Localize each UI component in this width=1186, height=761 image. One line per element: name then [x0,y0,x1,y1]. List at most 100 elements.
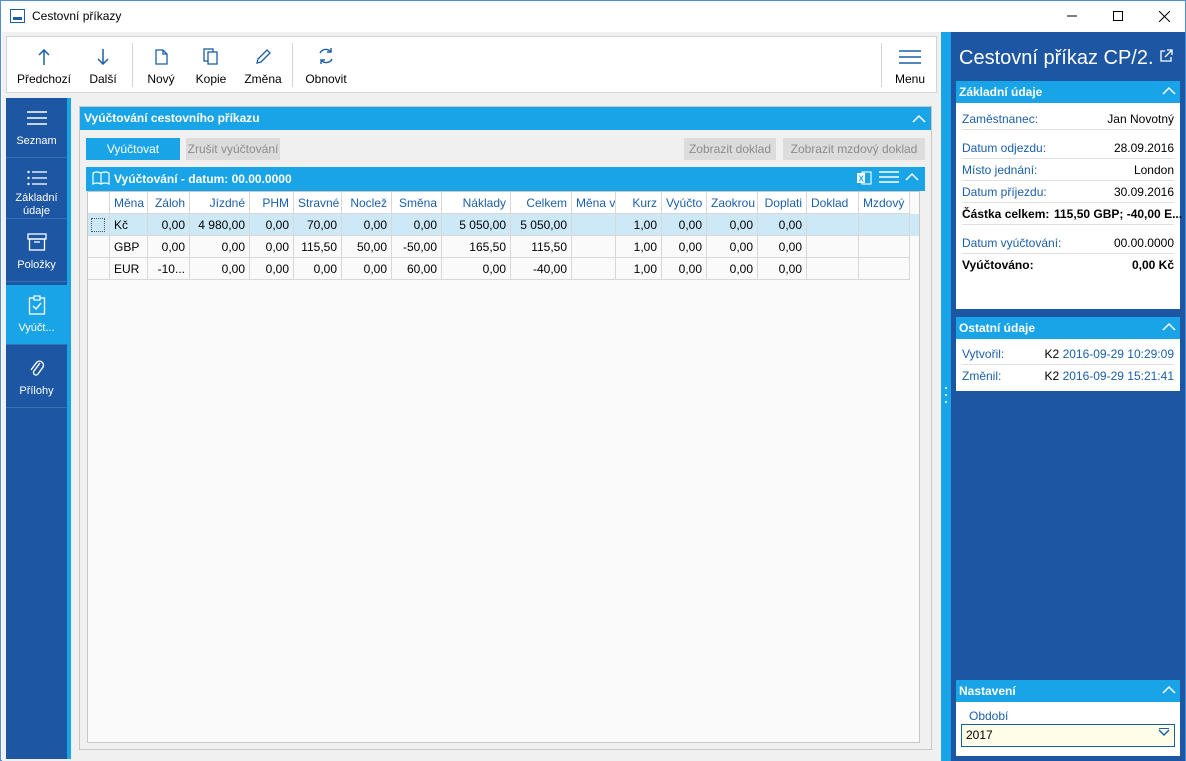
column-header[interactable]: Doklad [807,192,859,214]
copy-icon [203,37,219,65]
created-user: K2 [1044,347,1060,361]
grid-menu-button[interactable] [879,170,899,189]
column-header[interactable]: Mzdový [859,192,910,214]
column-header[interactable]: Celkem [511,192,572,214]
maximize-button[interactable] [1095,1,1141,31]
created-timestamp-link[interactable]: 2016-09-29 10:29:09 [1063,347,1174,361]
arrival-date-field: Datum příjezdu: 30.09.2016 [962,181,1174,203]
panel-splitter[interactable] [941,32,951,761]
splitter-grip [945,394,947,396]
menu-label: Menu [894,72,926,86]
maximize-icon [1113,11,1123,21]
field-value: K2 2016-09-29 15:21:41 [1045,365,1174,387]
edit-label: Změna [244,72,282,86]
list-bullets-icon [26,168,47,188]
column-header[interactable]: Měna v [572,192,616,214]
column-header[interactable]: Náklady [442,192,511,214]
nav-item-vyuctovani[interactable]: Vyúčt... [6,285,67,345]
window-title: Cestovní příkazy [32,9,122,23]
splitter-grip [945,387,947,389]
field-value: 115,50 GBP; -40,00 E... [1054,207,1183,221]
table-cell: 115,50 [294,236,342,258]
open-external-button[interactable] [1159,49,1173,66]
changed-timestamp-link[interactable]: 2016-09-29 15:21:41 [1063,369,1174,383]
column-header[interactable]: Vyúčto [662,192,707,214]
close-button[interactable] [1141,1,1186,31]
edit-button[interactable]: Změna [239,37,287,92]
nav-item-zakladni-udaje[interactable]: Základní údaje [6,159,67,219]
right-detail-panel: Cestovní příkaz CP/2... Základní údaje Z… [951,32,1185,761]
table-row[interactable]: GBP 0,00 0,00 0,00 115,50 50,00 -50,00 165,50 11… [88,236,919,258]
chevron-down-icon [1158,725,1170,746]
settings-section: Nastavení Období 2017 [956,680,1180,756]
column-header[interactable]: PHM [250,192,294,214]
field-label: Částka celkem: [962,207,1050,221]
toolbar-separator [292,43,293,87]
column-header[interactable]: Směna [392,192,442,214]
minimize-button[interactable] [1049,1,1095,31]
external-link-icon [1160,49,1173,62]
next-button[interactable]: Další [81,37,125,92]
row-indicator[interactable] [88,258,110,280]
chevron-up-icon [1162,317,1176,339]
panel-collapse-button[interactable] [908,107,930,130]
section-header[interactable]: Základní údaje [956,81,1180,103]
field-value: 0,00 Kč [1131,258,1174,272]
column-header[interactable]: Jízdné [190,192,250,214]
nav-item-prilohy[interactable]: Přílohy [6,348,67,408]
nav-item-polozky[interactable]: Položky [6,222,67,282]
row-indicator[interactable] [88,214,110,236]
app-logo-icon [10,9,25,23]
table-cell: 0,00 [758,214,807,236]
column-header[interactable]: Stravné [294,192,342,214]
table-cell: 70,00 [294,214,342,236]
toolbar: Předchozí Další Nový Kopie Změna Obnovit… [6,36,937,93]
column-header[interactable]: Doplati [758,192,807,214]
section-header[interactable]: Ostatní údaje [956,317,1180,339]
new-label: Nový [147,72,175,86]
table-cell [572,258,616,280]
settlement-date-field: Datum vyúčtování: 00.00.0000 [962,232,1174,254]
table-cell: 0,00 [662,214,707,236]
table-cell: 50,00 [342,236,392,258]
new-button[interactable]: Nový [139,37,183,92]
toolbar-separator [132,43,133,87]
field-value: 30.09.2016 [1113,185,1174,199]
column-header[interactable]: Zaokrou [707,192,758,214]
column-header[interactable]: Kurz [616,192,662,214]
chevron-up-icon [1162,680,1176,702]
settle-button[interactable]: Vyúčtovat [86,138,180,160]
period-select[interactable]: 2017 [961,724,1175,747]
other-info-section: Ostatní údaje Vytvořil: K2 2016-09-29 10… [956,317,1180,391]
refresh-button[interactable]: Obnovit [299,37,353,92]
menu-button[interactable]: Menu [887,37,933,92]
column-header[interactable]: Měna [110,192,148,214]
nav-item-seznam[interactable]: Seznam [6,98,67,158]
section-header[interactable]: Nastavení [956,680,1180,702]
table-cell [807,214,859,236]
column-header[interactable]: Noclež [342,192,392,214]
changed-user: K2 [1044,369,1060,383]
list-lines-icon [26,107,47,129]
grid-collapse-button[interactable] [905,170,919,189]
meeting-place-field: Místo jednání: London [962,159,1174,181]
show-document-button[interactable]: Zobrazit doklad [684,138,776,160]
row-indicator[interactable] [88,236,110,258]
show-payroll-document-button[interactable]: Zobrazit mzdový doklad [783,138,925,160]
table-cell: 0,00 [148,214,190,236]
excel-export-button[interactable]: X [856,170,872,191]
field-value: 00.00.0000 [1113,236,1174,250]
section-title: Nastavení [959,684,1016,698]
arrow-down-icon [97,37,109,65]
cancel-settle-button[interactable]: Zrušit vyúčtování [186,138,280,160]
column-header[interactable]: Záloh [148,192,190,214]
table-row[interactable]: Kč 0,00 4 980,00 0,00 70,00 0,00 0,00 5 050,00 5… [88,214,919,236]
row-focus-marker [91,218,105,232]
table-cell: 4 980,00 [190,214,250,236]
copy-button[interactable]: Kopie [189,37,233,92]
table-cell: 0,00 [758,258,807,280]
departure-date-field: Datum odjezdu: 28.09.2016 [962,137,1174,159]
table-row[interactable]: EUR -10... 0,00 0,00 0,00 0,00 60,00 0,00 -40,00… [88,258,919,280]
table-cell [572,236,616,258]
previous-button[interactable]: Předchozí [11,37,77,92]
